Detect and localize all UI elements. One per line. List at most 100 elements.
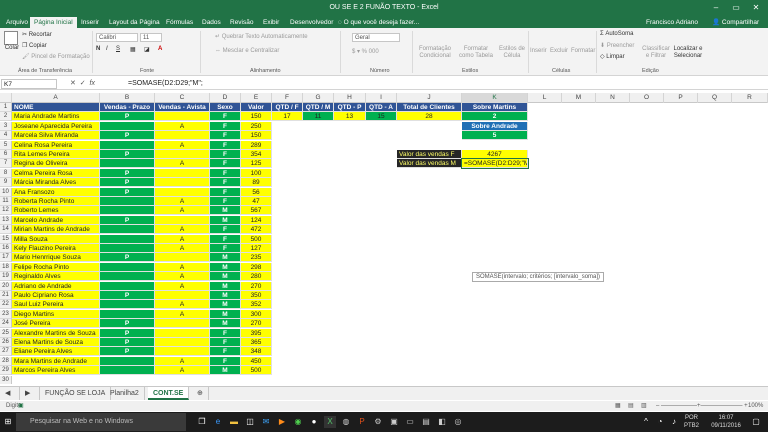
row-header[interactable]: 3 [0,121,12,131]
cell-nome[interactable]: Regina de Oliveira [12,159,100,169]
sheet-nav-left-icon[interactable]: ◀ [0,387,20,400]
cell-vendas-prazo[interactable]: P [100,347,155,357]
worksheet-grid[interactable]: ABCDEFGHIJKLMNOPQR 1 2 3 4 5 6 7 8 9 10 11 12 13 14 15… [0,93,768,384]
cell-vendas-prazo[interactable] [100,225,155,235]
tab-arquivo[interactable]: Arquivo [2,17,32,28]
cell-valor[interactable]: 56 [241,187,272,197]
cell-vendas-avista[interactable]: A [155,225,210,235]
autosum-button[interactable]: Σ AutoSoma [600,31,633,37]
cell-sexo[interactable]: F [210,140,241,150]
notes-icon[interactable]: ▤ [420,416,432,428]
sort-filter-button[interactable]: Classificar e Filtrar [642,46,670,60]
cell-vendas-avista[interactable] [155,347,210,357]
fill-color-icon[interactable]: ◪ [144,46,150,53]
conditional-format-button[interactable]: Formatação Condicional [418,46,452,60]
cell-vendas-avista[interactable] [155,338,210,347]
add-sheet-button[interactable]: ⊕ [192,387,209,400]
cell-vendas-prazo[interactable] [100,309,155,319]
excel-icon[interactable]: X [324,416,336,428]
cell-qtd-a-value[interactable]: 15 [366,112,397,122]
cell-sexo[interactable]: M [210,262,241,272]
cell-valor[interactable]: 280 [241,272,272,282]
cell-vendas-avista[interactable] [155,150,210,159]
column-header-h[interactable]: H [334,93,366,103]
clock[interactable]: 16:07 09/11/2016 [706,414,746,430]
header-vendas-avista[interactable]: Vendas - Avista [155,103,210,112]
cell-vendas-prazo[interactable] [100,234,155,244]
cell-valor[interactable]: 250 [241,121,272,131]
cell-valor[interactable]: 124 [241,215,272,225]
cell-sexo[interactable]: F [210,168,241,178]
row-header[interactable]: 8 [0,168,12,178]
header-sobre-martins[interactable]: Sobre Martins [462,103,528,112]
sheet-tab-planilha2[interactable]: Planilha2 [105,387,145,400]
cell-vendas-avista[interactable]: A [155,281,210,291]
column-header-j[interactable]: J [397,93,462,103]
tab-formulas[interactable]: Fórmulas [162,17,197,28]
cell-sobre-martins-value[interactable]: 2 [462,112,528,122]
cell-sexo[interactable]: F [210,187,241,197]
cell-valor-vendas-f-label[interactable]: Valor das vendas F [397,150,462,159]
view-normal-icon[interactable]: ▦ [615,401,621,411]
cell-vendas-avista[interactable]: A [155,272,210,282]
column-header-c[interactable]: C [155,93,210,103]
cancel-icon[interactable]: ✕ [70,80,76,87]
cut-button[interactable]: ✂ Recortar [22,31,52,38]
select-all-corner[interactable] [0,93,12,103]
cell-vendas-avista[interactable]: A [155,159,210,169]
number-format-combo[interactable]: Geral [352,33,400,42]
header-qtd-a[interactable]: QTD - A [366,103,397,112]
row-header[interactable]: 2 [0,112,12,122]
format-cells-button[interactable]: Formatar [571,48,595,54]
cell-valor[interactable]: 47 [241,197,272,206]
cell-valor[interactable]: 235 [241,253,272,263]
cell-vendas-avista[interactable]: A [155,262,210,272]
row-header[interactable]: 25 [0,328,12,338]
tab-pagina-inicial[interactable]: Página Inicial [30,17,77,28]
cell-total-value[interactable]: 28 [397,112,462,122]
row-header[interactable]: 20 [0,281,12,291]
row-header[interactable]: 13 [0,215,12,225]
cell-sexo[interactable]: F [210,225,241,235]
cell-valor[interactable]: 125 [241,159,272,169]
cell-valor[interactable]: 348 [241,347,272,357]
cell-nome[interactable]: Rita Lemes Pereira [12,150,100,159]
cell-vendas-prazo[interactable] [100,244,155,253]
cell-vendas-prazo[interactable] [100,300,155,310]
cell-nome[interactable]: Elena Martins de Souza [12,338,100,347]
settings-icon[interactable]: ⚙ [372,416,384,428]
format-table-button[interactable]: Formatar como Tabela [456,46,496,60]
cell-nome[interactable]: Milla Souza [12,234,100,244]
cell-valor[interactable]: 289 [241,140,272,150]
row-header[interactable]: 27 [0,347,12,357]
cell-nome[interactable]: Márcia Miranda Alves [12,178,100,188]
cell-vendas-prazo[interactable]: P [100,178,155,188]
cell-valor[interactable]: 365 [241,338,272,347]
cell-valor[interactable]: 395 [241,328,272,338]
cell-sexo[interactable]: M [210,300,241,310]
cell-nome[interactable]: Kely Flauzino Pereira [12,244,100,253]
cell-vendas-avista[interactable] [155,319,210,329]
row-header[interactable]: 18 [0,262,12,272]
share-button[interactable]: 👤 Compartilhar [712,17,759,28]
cell-valor[interactable]: 150 [241,112,272,122]
cell-vendas-prazo[interactable] [100,140,155,150]
notifications-icon[interactable]: ▢ [750,416,762,428]
row-header[interactable]: 1 [0,103,12,112]
cell-vendas-avista[interactable]: A [155,309,210,319]
cell-sobre-andrade[interactable]: Sobre Andrade [462,121,528,131]
row-header[interactable]: 30 [0,375,12,384]
active-cell-k7[interactable]: =SOMASE(D2:D29;"M"; [461,158,529,170]
cell-vendas-prazo[interactable] [100,366,155,376]
row-header[interactable]: 11 [0,197,12,206]
row-header[interactable]: 12 [0,206,12,216]
cell-sexo[interactable]: F [210,338,241,347]
column-header-e[interactable]: E [241,93,272,103]
name-box[interactable]: K7 [1,79,57,89]
cell-valor[interactable]: 150 [241,131,272,141]
row-header[interactable]: 16 [0,244,12,253]
bold-button[interactable]: N [96,46,100,52]
row-header[interactable]: 15 [0,234,12,244]
cell-vendas-avista[interactable] [155,291,210,300]
cell-valor[interactable]: 354 [241,150,272,159]
